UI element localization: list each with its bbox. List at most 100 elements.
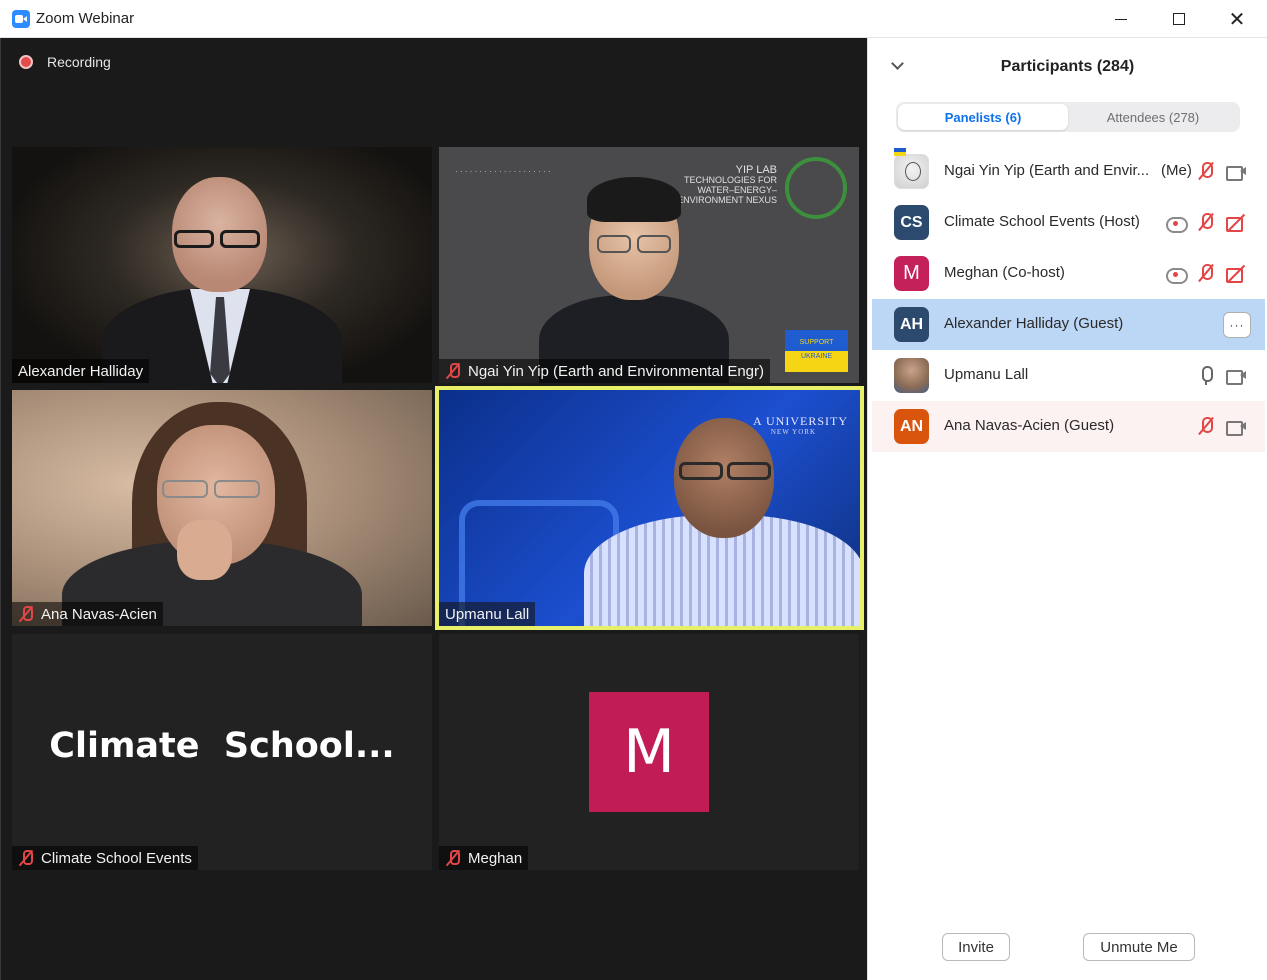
avatar — [894, 358, 929, 393]
close-button[interactable]: ✕ — [1208, 0, 1266, 38]
camera-off-icon[interactable] — [1224, 262, 1248, 286]
participant-type-switch: Panelists (6) Attendees (278) — [896, 102, 1240, 132]
flag-blue-stripe: SUPPORT — [785, 330, 848, 351]
mic-muted-icon[interactable] — [1194, 211, 1218, 235]
tab-panelists[interactable]: Panelists (6) — [898, 104, 1068, 130]
flag-text-2: UKRAINE — [800, 353, 833, 360]
glasses-right — [220, 230, 260, 248]
recording-icon — [1164, 262, 1188, 286]
glasses-right — [637, 235, 671, 253]
recording-icon — [1164, 211, 1188, 235]
avatar: M — [894, 256, 929, 291]
title-bar: Zoom Webinar ✕ — [0, 0, 1267, 38]
participant-row[interactable]: AN Ana Navas-Acien (Guest) — [872, 401, 1265, 452]
window-title: Zoom Webinar — [36, 10, 135, 27]
tile-name-label: Meghan — [439, 846, 529, 870]
panel-title: Participants (284) — [1000, 58, 1135, 75]
lab-logo-line-1: TECHNOLOGIES FOR — [683, 175, 777, 185]
tile-name-label: Ngai Yin Yip (Earth and Environmental En… — [439, 359, 770, 383]
flag-text-1: SUPPORT — [799, 339, 834, 346]
participant-row[interactable]: M Meghan (Co-host) — [872, 248, 1265, 299]
glasses-right — [727, 462, 771, 480]
participant-name: Climate School Events (Host) — [944, 213, 1140, 230]
maximize-button[interactable] — [1150, 0, 1208, 38]
unmute-me-button[interactable]: Unmute Me — [1083, 933, 1195, 961]
avatar — [894, 154, 929, 189]
mic-muted-icon[interactable] — [1194, 415, 1218, 439]
video-tile-meghan[interactable]: M Meghan — [439, 634, 859, 870]
ukraine-flag-badge: SUPPORT UKRAINE — [785, 330, 848, 372]
maximize-icon — [1173, 13, 1185, 25]
close-icon: ✕ — [1228, 7, 1246, 31]
recording-dot-icon — [19, 55, 33, 69]
ukraine-flag-icon — [894, 148, 906, 156]
glasses-right — [214, 480, 260, 498]
tab-attendees[interactable]: Attendees (278) — [1068, 104, 1238, 130]
participant-name: Meghan (Co-host) — [944, 264, 1065, 281]
tile-display-name: Climate School... — [49, 726, 395, 766]
recording-indicator[interactable]: Recording — [19, 54, 111, 70]
mic-muted-icon[interactable] — [1194, 160, 1218, 184]
tile-name-label: Upmanu Lall — [439, 602, 536, 626]
avatar: AN — [894, 409, 929, 444]
mic-muted-icon — [18, 849, 34, 867]
tile-name-text: Upmanu Lall — [445, 605, 530, 623]
video-tile-upmanu-lall[interactable]: A UNIVERSITY NEW YORK Upmanu Lall — [435, 386, 864, 630]
participant-row[interactable]: Ngai Yin Yip (Earth and Envir... (Me) — [872, 146, 1265, 197]
camera-icon[interactable] — [1224, 160, 1248, 184]
minimize-icon — [1115, 18, 1127, 20]
mic-icon[interactable] — [1194, 364, 1218, 388]
participants-panel: Participants (284) Panelists (6) Attende… — [867, 38, 1267, 980]
more-options-icon: ··· — [1229, 318, 1245, 332]
participant-row[interactable]: CS Climate School Events (Host) — [872, 197, 1265, 248]
zoom-app-icon — [12, 10, 30, 28]
mic-muted-icon — [18, 605, 34, 623]
video-tile-ngai-yin-yip[interactable]: · · · · · · · · · · · · · · · · · · · · … — [439, 147, 859, 383]
tile-name-text: Alexander Halliday — [18, 362, 144, 380]
lab-logo-title: YIP LAB — [735, 164, 777, 176]
participant-list: Ngai Yin Yip (Earth and Envir... (Me) CS… — [872, 146, 1265, 452]
tile-name-label: Ana Navas-Acien — [12, 602, 163, 626]
tile-name-text: Ana Navas-Acien — [41, 605, 157, 623]
mic-muted-icon — [445, 849, 461, 867]
tile-name-label: Climate School Events — [12, 846, 198, 870]
invite-button[interactable]: Invite — [942, 933, 1010, 961]
participant-row[interactable]: AH Alexander Halliday (Guest) ··· — [872, 299, 1265, 350]
minimize-button[interactable] — [1092, 0, 1150, 38]
background-city-text: NEW YORK — [770, 428, 816, 436]
background-university-text: A UNIVERSITY — [753, 414, 848, 428]
participant-video-hair — [587, 177, 681, 222]
glasses-left — [162, 480, 208, 498]
tile-name-label: Alexander Halliday — [12, 359, 150, 383]
participant-name: Upmanu Lall — [944, 366, 1029, 383]
glasses-left — [597, 235, 631, 253]
participant-name: Ana Navas-Acien (Guest) — [944, 417, 1115, 434]
participant-self-tag: (Me) — [1161, 162, 1192, 179]
mic-muted-icon — [445, 362, 461, 380]
participant-name: Ngai Yin Yip (Earth and Envir... — [944, 162, 1150, 179]
participant-name: Alexander Halliday (Guest) — [944, 315, 1124, 332]
lab-logo-line-2: WATER–ENERGY– — [697, 185, 777, 195]
panel-footer: Invite Unmute Me — [868, 933, 1267, 963]
more-options-button[interactable]: ··· — [1223, 312, 1251, 338]
lab-logo-icon — [785, 157, 847, 219]
video-stage: Recording Alexander Halliday · · · · · ·… — [0, 38, 867, 980]
camera-icon[interactable] — [1224, 415, 1248, 439]
avatar: CS — [894, 205, 929, 240]
video-tile-ana-navas-acien[interactable]: Ana Navas-Acien — [12, 390, 432, 626]
tile-name-text: Meghan — [468, 849, 523, 867]
participant-row[interactable]: Upmanu Lall — [872, 350, 1265, 401]
tile-name-text: Climate School Events — [41, 849, 192, 867]
camera-icon[interactable] — [1224, 364, 1248, 388]
tile-name-text: Ngai Yin Yip (Earth and Environmental En… — [468, 362, 764, 380]
glasses-left — [679, 462, 723, 480]
glasses-left — [174, 230, 214, 248]
lab-logo-line-3: ENVIRONMENT NEXUS — [677, 195, 777, 205]
flag-yellow-stripe: UKRAINE — [785, 351, 848, 372]
camera-off-icon[interactable] — [1224, 211, 1248, 235]
avatar: AH — [894, 307, 929, 342]
video-tile-climate-school-events[interactable]: Climate School... Climate School Events — [12, 634, 432, 870]
background-small-text: · · · · · · · · · · · · · · · · · · · · — [455, 167, 551, 176]
mic-muted-icon[interactable] — [1194, 262, 1218, 286]
video-tile-alexander-halliday[interactable]: Alexander Halliday — [12, 147, 432, 383]
